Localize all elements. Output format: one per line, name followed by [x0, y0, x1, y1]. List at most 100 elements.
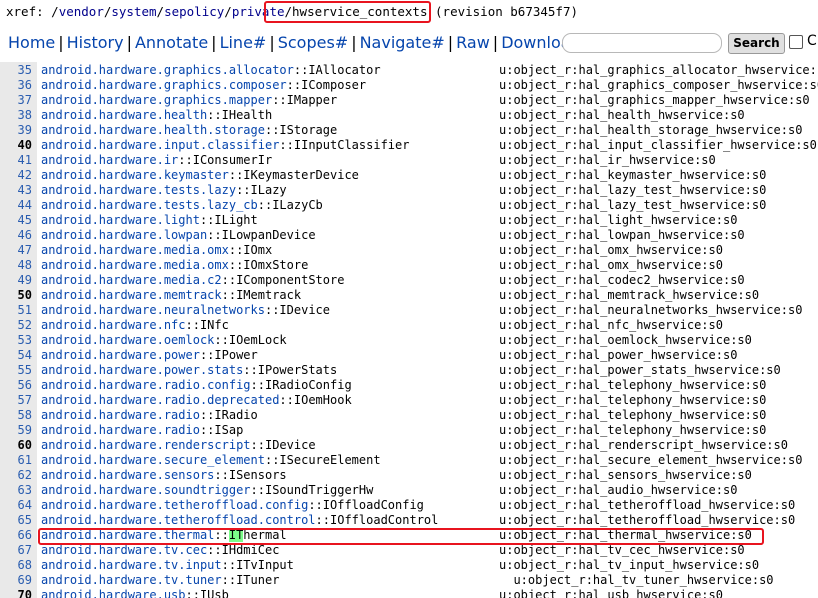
package-link[interactable]: android.hardware.tv.cec	[41, 543, 207, 557]
package-link[interactable]: android.hardware.thermal	[41, 528, 214, 542]
package-link[interactable]: android.hardware.input.classifier	[41, 138, 279, 152]
interface-symbol[interactable]: ILazy	[251, 183, 287, 197]
package-link[interactable]: android.hardware.power	[41, 348, 200, 362]
interface-symbol[interactable]: IMemtrack	[236, 288, 301, 302]
package-link[interactable]: android.hardware.ir	[41, 153, 178, 167]
package-link[interactable]: android.hardware.renderscript	[41, 438, 251, 452]
package-link[interactable]: android.hardware.tetheroffload.control	[41, 513, 316, 527]
interface-symbol[interactable]: ILowpanDevice	[222, 228, 316, 242]
line-number-link[interactable]: 37	[0, 93, 32, 108]
interface-symbol[interactable]: IHdmiCec	[222, 543, 280, 557]
line-number-link[interactable]: 48	[0, 258, 32, 273]
interface-symbol[interactable]: ISoundTriggerHw	[265, 483, 373, 497]
package-link[interactable]: android.hardware.tests.lazy_cb	[41, 198, 258, 212]
package-link[interactable]: android.hardware.sensors	[41, 468, 214, 482]
interface-symbol[interactable]: IRadio	[214, 408, 257, 422]
line-number-link[interactable]: 44	[0, 198, 32, 213]
interface-symbol[interactable]: IOffloadControl	[330, 513, 438, 527]
annotate-link[interactable]: Annotate	[135, 33, 208, 52]
line-number-link[interactable]: 53	[0, 333, 32, 348]
package-link[interactable]: android.hardware.graphics.composer	[41, 78, 287, 92]
line-number-link[interactable]: 45	[0, 213, 32, 228]
breadcrumb-segment-sepolicy[interactable]: sepolicy	[164, 4, 224, 19]
interface-symbol[interactable]: IAllocator	[308, 63, 380, 77]
interface-symbol[interactable]: ILazyCb	[272, 198, 323, 212]
interface-symbol[interactable]: ISap	[214, 423, 243, 437]
line-number-link[interactable]: 35	[0, 63, 32, 78]
package-link[interactable]: android.hardware.tv.tuner	[41, 573, 222, 587]
interface-symbol[interactable]: INfc	[200, 318, 229, 332]
interface-symbol[interactable]: IStorage	[279, 123, 337, 137]
package-link[interactable]: android.hardware.usb	[41, 588, 186, 598]
interface-symbol[interactable]: IDevice	[279, 303, 330, 317]
package-link[interactable]: android.hardware.media.c2	[41, 273, 222, 287]
line-number-link[interactable]: 52	[0, 318, 32, 333]
line-number-link[interactable]: 39	[0, 123, 32, 138]
package-link[interactable]: android.hardware.tests.lazy	[41, 183, 236, 197]
package-link[interactable]: android.hardware.oemlock	[41, 333, 214, 347]
scopes-link[interactable]: Scopes#	[278, 33, 348, 52]
line-number-link[interactable]: 60	[0, 438, 32, 453]
interface-symbol[interactable]: IOmxStore	[243, 258, 308, 272]
home-link[interactable]: Home	[8, 33, 55, 52]
search-button[interactable]: Search	[728, 33, 785, 54]
interface-symbol[interactable]: ILight	[214, 213, 257, 227]
line-number-link[interactable]: 61	[0, 453, 32, 468]
line-number-link[interactable]: 59	[0, 423, 32, 438]
package-link[interactable]: android.hardware.power.stats	[41, 363, 243, 377]
interface-symbol[interactable]: IThermal	[228, 528, 287, 542]
line-number-link[interactable]: 56	[0, 378, 32, 393]
line-number-link[interactable]: 49	[0, 273, 32, 288]
line-number-link[interactable]: 40	[0, 138, 32, 153]
line-number-link[interactable]: 51	[0, 303, 32, 318]
package-link[interactable]: android.hardware.health.storage	[41, 123, 265, 137]
interface-symbol[interactable]: IOmx	[243, 243, 272, 257]
interface-symbol[interactable]: IRadioConfig	[265, 378, 352, 392]
line-number-link[interactable]: 54	[0, 348, 32, 363]
line-number-link[interactable]: 66	[0, 528, 32, 543]
package-link[interactable]: android.hardware.lowpan	[41, 228, 207, 242]
package-link[interactable]: android.hardware.light	[41, 213, 200, 227]
line-number-link[interactable]: 68	[0, 558, 32, 573]
interface-symbol[interactable]: IComposer	[301, 78, 366, 92]
package-link[interactable]: android.hardware.graphics.allocator	[41, 63, 294, 77]
package-link[interactable]: android.hardware.radio.config	[41, 378, 251, 392]
package-link[interactable]: android.hardware.neuralnetworks	[41, 303, 265, 317]
package-link[interactable]: android.hardware.radio	[41, 408, 200, 422]
raw-link[interactable]: Raw	[456, 33, 490, 52]
line-number-link[interactable]: 64	[0, 498, 32, 513]
line-number-link[interactable]: 69	[0, 573, 32, 588]
breadcrumb-segment-private[interactable]: private	[232, 4, 285, 19]
interface-symbol[interactable]: IMapper	[287, 93, 338, 107]
line-number-link[interactable]: 36	[0, 78, 32, 93]
interface-symbol[interactable]: IOffloadConfig	[323, 498, 424, 512]
package-link[interactable]: android.hardware.graphics.mapper	[41, 93, 272, 107]
line-number-link[interactable]: 42	[0, 168, 32, 183]
line-number-link[interactable]: 63	[0, 483, 32, 498]
package-link[interactable]: android.hardware.soundtrigger	[41, 483, 251, 497]
line-number-link[interactable]: 55	[0, 363, 32, 378]
line-number-link[interactable]: 46	[0, 228, 32, 243]
package-link[interactable]: android.hardware.tv.input	[41, 558, 222, 572]
breadcrumb-segment-system[interactable]: system	[111, 4, 156, 19]
line-number-link[interactable]: 67	[0, 543, 32, 558]
interface-symbol[interactable]: ITvInput	[236, 558, 294, 572]
line-number-link[interactable]: 43	[0, 183, 32, 198]
interface-symbol[interactable]: IPower	[214, 348, 257, 362]
package-link[interactable]: android.hardware.media.omx	[41, 243, 229, 257]
search-input[interactable]	[562, 33, 722, 53]
package-link[interactable]: android.hardware.media.omx	[41, 258, 229, 272]
line-number-link[interactable]: 62	[0, 468, 32, 483]
line-number-link[interactable]: 47	[0, 243, 32, 258]
package-link[interactable]: android.hardware.nfc	[41, 318, 186, 332]
line-numbers-link[interactable]: Line#	[220, 33, 267, 52]
interface-symbol[interactable]: IOemLock	[229, 333, 287, 347]
interface-symbol[interactable]: IDevice	[265, 438, 316, 452]
package-link[interactable]: android.hardware.radio	[41, 423, 200, 437]
interface-symbol[interactable]: IInputClassifier	[294, 138, 410, 152]
interface-symbol[interactable]: IComponentStore	[236, 273, 344, 287]
interface-symbol[interactable]: ITuner	[236, 573, 279, 587]
package-link[interactable]: android.hardware.health	[41, 108, 207, 122]
history-link[interactable]: History	[67, 33, 124, 52]
line-number-link[interactable]: 57	[0, 393, 32, 408]
